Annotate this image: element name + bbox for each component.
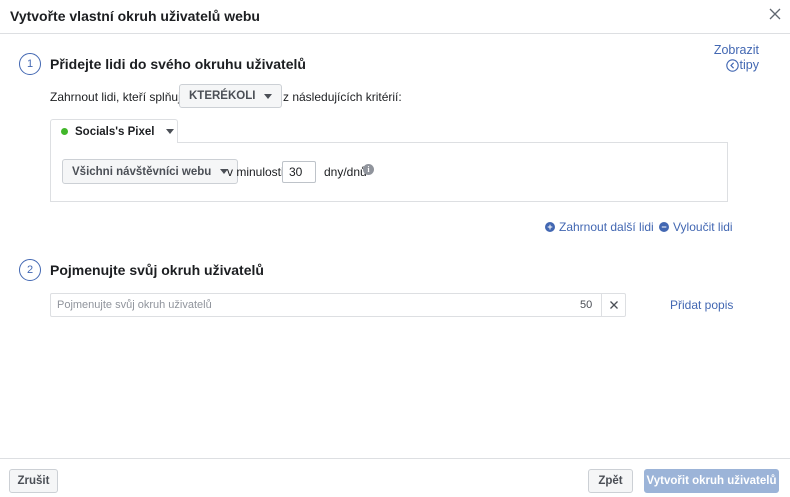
pixel-name: Socials's Pixel (75, 125, 155, 138)
in-last-label: v minulosti (227, 165, 284, 179)
visitors-value: Všichni návštěvníci webu (72, 165, 212, 178)
char-counter: 50 (580, 299, 593, 311)
close-icon[interactable] (766, 5, 784, 23)
pixel-selector[interactable]: Socials's Pixel (50, 119, 178, 143)
audience-name-input[interactable] (51, 294, 571, 316)
step-number-2: 2 (19, 259, 41, 281)
minus-circle-icon: − (659, 222, 669, 232)
exclude-button[interactable]: − Vyloučit lidi (659, 220, 733, 234)
show-tips-link[interactable]: Zobrazit tipy (699, 43, 759, 73)
info-icon[interactable]: i (363, 164, 374, 175)
step-number-1: 1 (19, 53, 41, 75)
dialog-header: Vytvořte vlastní okruh uživatelů webu (0, 0, 790, 34)
plus-circle-icon: + (545, 222, 555, 232)
days-unit-label: dny/dnů (324, 165, 367, 179)
step2-title: Pojmenujte svůj okruh uživatelů (50, 262, 264, 278)
exclude-label: Vyloučit lidi (673, 220, 733, 234)
cancel-button[interactable]: Zrušit (9, 469, 58, 493)
dialog-title: Vytvořte vlastní okruh uživatelů webu (10, 8, 260, 24)
tips-label-line1: Zobrazit (713, 43, 759, 57)
back-button[interactable]: Zpět (588, 469, 633, 493)
include-prefix-label: Zahrnout lidi, kteří splňují (50, 90, 185, 104)
audience-name-field: 50 (50, 293, 626, 317)
caret-down-icon (166, 129, 175, 134)
include-more-button[interactable]: + Zahrnout další lidi (545, 220, 654, 234)
add-description-link[interactable]: Přidat popis (670, 298, 733, 312)
caret-down-icon (264, 93, 273, 99)
pixel-status-dot (61, 128, 68, 135)
step1-title: Přidejte lidi do svého okruhu uživatelů (50, 56, 306, 72)
match-type-value: KTERÉKOLI (189, 90, 256, 102)
visitors-dropdown[interactable]: Všichni návštěvníci webu (62, 159, 239, 184)
clear-icon[interactable] (601, 294, 626, 316)
match-type-dropdown[interactable]: KTERÉKOLI (179, 84, 283, 108)
create-audience-button[interactable]: Vytvořit okruh uživatelů (644, 469, 779, 493)
days-input[interactable]: 30 (282, 161, 316, 183)
include-suffix-label: z následujících kritérií: (283, 90, 402, 104)
tips-label-line2: tipy (739, 58, 759, 72)
include-more-label: Zahrnout další lidi (559, 220, 654, 234)
chevron-left-icon (725, 59, 739, 72)
